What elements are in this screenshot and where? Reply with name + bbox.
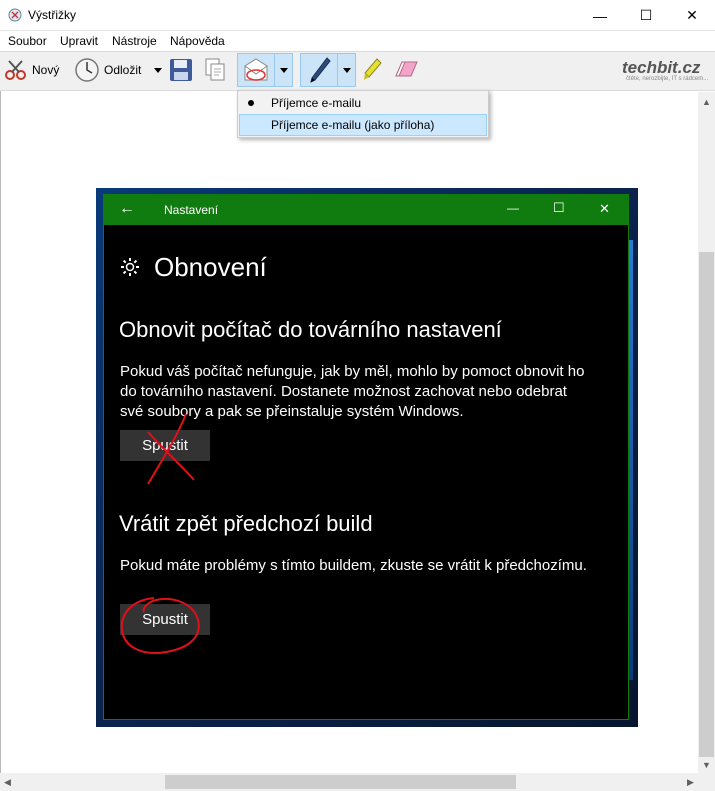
red-cross-annotation — [147, 413, 195, 485]
save-icon[interactable] — [168, 57, 194, 83]
brand-logo: techbit.cz — [622, 58, 701, 77]
new-snip-label: Nový — [32, 63, 60, 77]
scissors-app-icon — [8, 8, 22, 22]
scroll-down-arrow-icon[interactable]: ▼ — [702, 760, 711, 770]
menu-bar — [0, 31, 715, 51]
menu-napoveda[interactable]: Nápověda — [170, 34, 225, 48]
desktop-light-streak — [629, 240, 633, 680]
rollback-section-body: Pokud máte problémy s tímto buildem, zku… — [120, 557, 587, 574]
maximize-button[interactable]: ☐ — [623, 0, 669, 31]
chevron-down-icon — [280, 68, 288, 73]
settings-page-heading: Obnovení — [154, 252, 267, 282]
scroll-up-arrow-icon[interactable]: ▲ — [702, 97, 711, 107]
back-arrow-icon: ← — [119, 200, 135, 217]
highlighter-icon[interactable] — [361, 57, 383, 83]
copy-icon[interactable] — [203, 57, 227, 83]
scissors-icon — [5, 60, 26, 80]
settings-minimize-icon: — — [507, 201, 519, 215]
delay-label: Odložit — [104, 63, 142, 77]
menu-upravit[interactable]: Upravit — [60, 34, 98, 48]
menu-nastroje[interactable]: Nástroje — [112, 34, 157, 48]
reset-section-title: Obnovit počítač do továrního nastavení — [119, 317, 502, 342]
settings-maximize-icon: ☐ — [553, 200, 565, 215]
rollback-section-title: Vrátit zpět předchozí build — [119, 511, 373, 536]
scroll-right-arrow-icon[interactable]: ▶ — [687, 777, 694, 788]
red-circle-annotation — [120, 597, 200, 654]
selected-bullet-icon — [248, 100, 254, 106]
gear-icon — [121, 258, 139, 276]
menu-soubor[interactable]: Soubor — [8, 34, 47, 48]
scroll-left-arrow-icon[interactable]: ◀ — [4, 777, 11, 788]
window-title: Výstřižky — [28, 8, 76, 22]
chevron-down-icon — [154, 68, 162, 73]
close-button[interactable]: ✕ — [669, 0, 715, 31]
vertical-scroll-thumb[interactable] — [699, 252, 714, 757]
pen-icon — [310, 57, 331, 83]
horizontal-scroll-thumb[interactable] — [165, 775, 516, 789]
minimize-button[interactable]: — — [577, 0, 623, 31]
eraser-icon[interactable] — [392, 58, 420, 82]
settings-window-title: Nastavení — [164, 203, 219, 217]
menu-item-email-recipient-label: Příjemce e-mailu — [271, 96, 362, 110]
clock-icon — [75, 58, 99, 82]
menu-item-email-attachment-label: Příjemce e-mailu (jako příloha) — [271, 118, 435, 132]
brand-tagline: čtěte, nerozbijte, IT s rádcem... — [626, 76, 709, 82]
settings-close-icon: ✕ — [599, 201, 610, 216]
envelope-icon — [244, 58, 268, 81]
chevron-down-icon — [343, 68, 351, 73]
